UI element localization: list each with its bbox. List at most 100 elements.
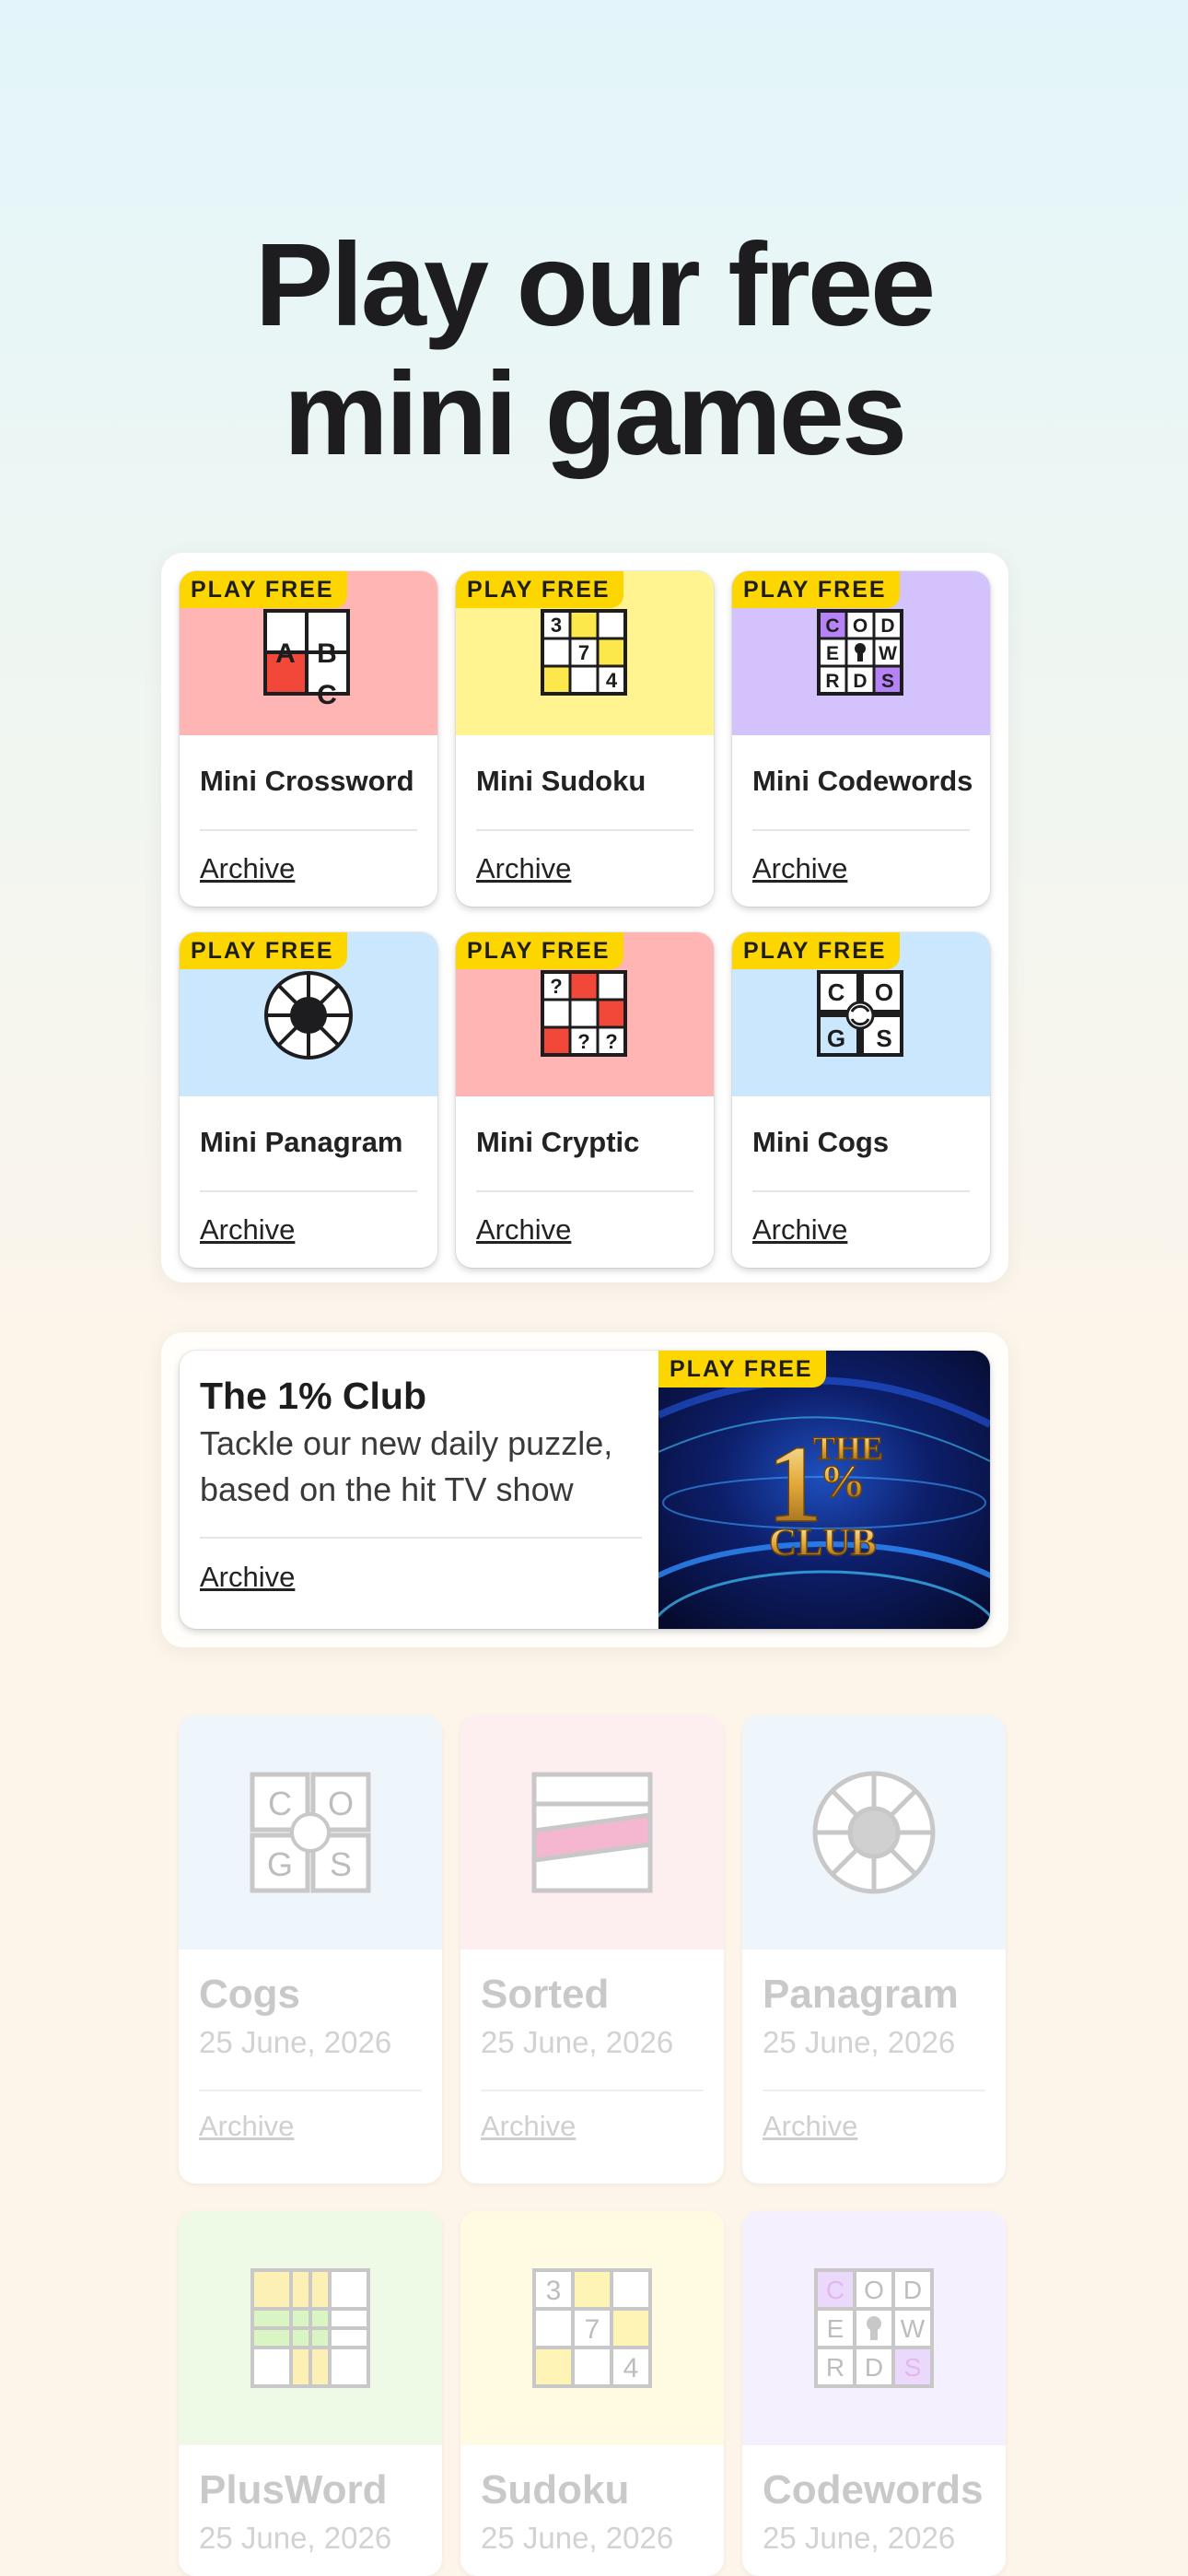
mini-crossword-card[interactable]: A B C PLAY FREE Mini Crossword Archive [180, 571, 437, 907]
sudoku-digit: 4 [623, 2353, 639, 2383]
cogs-letter: S [330, 1845, 352, 1883]
plusword-card[interactable]: PlusWord 25 June, 2026 [179, 2211, 442, 2576]
sudoku-digit: 3 [546, 2276, 562, 2306]
sudoku-card[interactable]: 3 7 4 Sudoku 25 June, 2026 [460, 2211, 724, 2576]
cogs-icon: C O G S [250, 1772, 371, 1893]
page-title: Play our free mini games [0, 221, 1188, 479]
panagram-icon [812, 1771, 936, 1894]
codewords-letter: D [853, 671, 867, 692]
club-title[interactable]: The 1% Club [200, 1375, 426, 1418]
game-date: 25 June, 2026 [763, 2521, 956, 2555]
divider [200, 1537, 642, 1539]
codewords-letter: S [904, 2353, 922, 2382]
cogs-letter: C [828, 978, 845, 1006]
archive-link[interactable]: Archive [476, 852, 571, 885]
codewords-letter: R [826, 2353, 844, 2382]
mini-game-name[interactable]: Mini Cogs [752, 1126, 889, 1159]
play-free-badge: PLAY FREE [180, 932, 347, 969]
cogs-letter: G [267, 1845, 293, 1883]
mini-crossword-letter: B [317, 638, 337, 669]
codewords-card[interactable]: C O D E W R D S Codewords 25 June, 2026 [742, 2211, 1006, 2576]
codewords-letter: W [901, 2314, 926, 2343]
game-name[interactable]: Sorted [481, 1972, 609, 2018]
game-name[interactable]: Sudoku [481, 2467, 629, 2513]
mini-sudoku-digit: 4 [606, 669, 618, 692]
play-free-badge: PLAY FREE [180, 571, 347, 608]
mini-panagram-card[interactable]: PLAY FREE Mini Panagram Archive [180, 932, 437, 1268]
play-free-badge: PLAY FREE [732, 932, 900, 969]
mini-crossword-letter: C [317, 680, 337, 710]
play-free-badge: PLAY FREE [456, 571, 623, 608]
cogs-letter: S [876, 1025, 891, 1052]
sorted-icon [531, 1772, 653, 1893]
sudoku-icon: 3 7 4 [532, 2268, 652, 2388]
codewords-letter: W [879, 643, 897, 664]
archive-link[interactable]: Archive [763, 2110, 857, 2143]
one-percent-club-logo: 1 THE % CLUB [610, 1351, 990, 1629]
codewords-letter: D [880, 615, 894, 637]
svg-text:%: % [820, 1455, 866, 1506]
mini-sudoku-digit: 3 [551, 614, 562, 637]
codewords-letter: E [826, 643, 839, 664]
mini-cryptic-card[interactable]: ? ? ? PLAY FREE Mini Cryptic Archive [456, 932, 714, 1268]
codewords-icon: C O D E W R D S [814, 2268, 934, 2388]
mini-cogs-card[interactable]: C O G S PLAY FREE Mini Cogs Archive [732, 932, 990, 1268]
codewords-letter: R [825, 671, 839, 692]
divider [199, 2090, 422, 2091]
sorted-card[interactable]: Sorted 25 June, 2026 Archive [460, 1715, 724, 2184]
club-artwork[interactable]: 1 THE % CLUB [610, 1351, 990, 1629]
panagram-card[interactable]: Panagram 25 June, 2026 Archive [742, 1715, 1006, 2184]
mini-sudoku-card[interactable]: 3 7 4 PLAY FREE Mini Sudoku Archive [456, 571, 714, 907]
codewords-letter: E [827, 2314, 844, 2343]
game-name[interactable]: Codewords [763, 2467, 984, 2513]
play-free-badge: PLAY FREE [658, 1351, 826, 1388]
mini-game-name[interactable]: Mini Cryptic [476, 1126, 639, 1159]
sudoku-art: 3 7 4 [460, 2211, 724, 2445]
page-title-line-1: Play our free [254, 219, 936, 351]
archive-link[interactable]: Archive [199, 2110, 294, 2143]
play-free-badge: PLAY FREE [732, 571, 900, 608]
mini-sudoku-digit: 7 [578, 641, 589, 664]
mini-codewords-card[interactable]: C O D E W R D S PLAY FREE Mini Codewords… [732, 571, 990, 907]
archive-link[interactable]: Archive [752, 1213, 847, 1247]
game-name[interactable]: Panagram [763, 1972, 959, 2018]
mini-games-panel: A B C PLAY FREE Mini Crossword Archive 3… [161, 553, 1008, 1282]
archive-link[interactable]: Archive [200, 852, 295, 885]
cogs-card[interactable]: C O G S Cogs 25 June, 2026 Archive [179, 1715, 442, 2184]
archive-link[interactable]: Archive [476, 1213, 571, 1247]
one-percent-club-panel: The 1% Club Tackle our new daily puzzle,… [161, 1332, 1008, 1647]
mini-game-name[interactable]: Mini Panagram [200, 1126, 403, 1159]
archive-link[interactable]: Archive [200, 1561, 295, 1594]
game-date: 25 June, 2026 [481, 2025, 674, 2059]
cogs-art: C O G S [179, 1715, 442, 1950]
divider [476, 829, 693, 831]
mini-game-name[interactable]: Mini Crossword [200, 765, 414, 798]
game-date: 25 June, 2026 [763, 2025, 956, 2059]
codewords-letter: S [881, 671, 894, 692]
mini-game-name[interactable]: Mini Codewords [752, 765, 973, 798]
plusword-art [179, 2211, 442, 2445]
codewords-letter: C [825, 615, 839, 637]
one-percent-club-card[interactable]: The 1% Club Tackle our new daily puzzle,… [180, 1351, 990, 1629]
archive-link[interactable]: Archive [481, 2110, 576, 2143]
cogs-letter: G [827, 1025, 845, 1052]
game-date: 25 June, 2026 [199, 2521, 392, 2555]
codewords-art: C O D E W R D S [742, 2211, 1006, 2445]
archive-link[interactable]: Archive [200, 1213, 295, 1247]
page-title-line-2: mini games [283, 348, 907, 480]
game-date: 25 June, 2026 [199, 2025, 392, 2059]
game-name[interactable]: Cogs [199, 1972, 300, 2018]
sorted-art [460, 1715, 724, 1950]
game-name[interactable]: PlusWord [199, 2467, 388, 2513]
cogs-letter: C [268, 1785, 292, 1822]
cogs-letter: O [875, 978, 893, 1006]
mini-game-name[interactable]: Mini Sudoku [476, 765, 646, 798]
panagram-art [742, 1715, 1006, 1950]
codewords-letter: D [865, 2353, 883, 2382]
divider [763, 2090, 985, 2091]
divider [752, 829, 970, 831]
archive-link[interactable]: Archive [752, 852, 847, 885]
divider [752, 1190, 970, 1192]
divider [476, 1190, 693, 1192]
codewords-letter: O [853, 615, 868, 637]
